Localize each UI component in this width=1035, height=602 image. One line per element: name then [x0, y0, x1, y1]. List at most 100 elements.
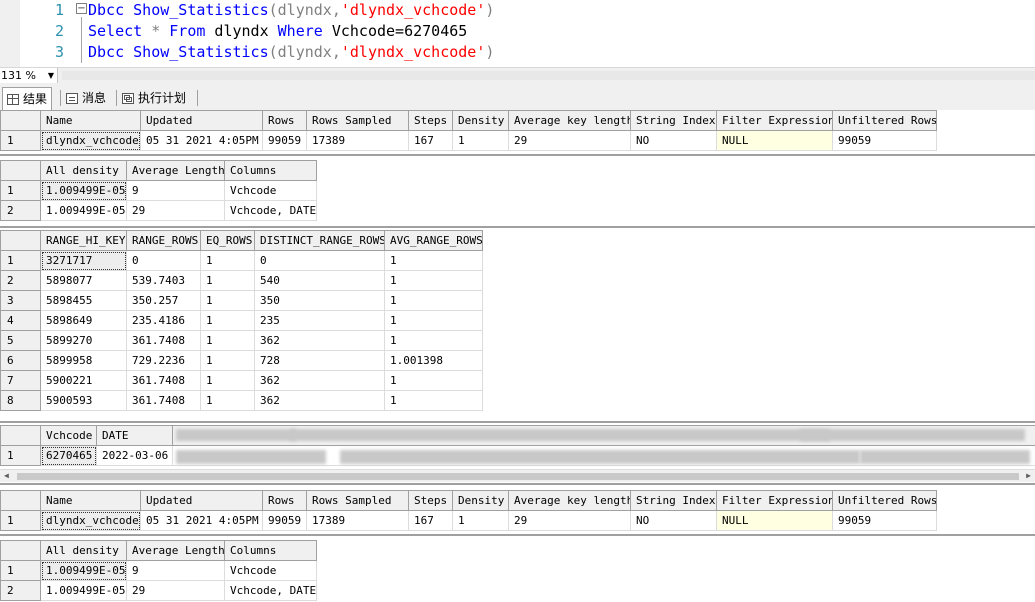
- scroll-right-icon[interactable]: ▶: [1026, 470, 1031, 482]
- row-number[interactable]: 2: [0, 580, 41, 601]
- column-header[interactable]: Columns: [224, 160, 317, 181]
- code-line-2[interactable]: 2 Select * From dlyndx Where Vchcode=627…: [0, 21, 1035, 42]
- column-header[interactable]: Name: [40, 490, 141, 511]
- table-cell[interactable]: 1: [200, 290, 255, 311]
- column-header[interactable]: Filter Expression: [716, 490, 833, 511]
- table-cell[interactable]: 1: [384, 270, 483, 291]
- table-cell[interactable]: 350: [254, 290, 385, 311]
- table-cell[interactable]: 1: [384, 310, 483, 331]
- table-row[interactable]: 7 5900221 361.7408 1 362 1: [0, 370, 483, 391]
- row-number[interactable]: 1: [0, 560, 41, 581]
- table-cell[interactable]: 5898649: [40, 310, 127, 331]
- zoom-dropdown[interactable]: 131 % ▼: [0, 68, 58, 83]
- table-cell[interactable]: 1: [384, 390, 483, 411]
- grid-splitter[interactable]: [0, 534, 1035, 536]
- column-header[interactable]: RANGE_HI_KEY: [40, 230, 127, 251]
- column-header[interactable]: Average key length: [508, 490, 631, 511]
- grid-horizontal-scrollbar[interactable]: ◀ ▶: [0, 469, 1035, 482]
- column-header[interactable]: Average Length: [126, 160, 225, 181]
- table-cell[interactable]: 1: [384, 370, 483, 391]
- table-cell[interactable]: 99059: [262, 130, 307, 151]
- table-cell[interactable]: 1: [384, 330, 483, 351]
- table-cell[interactable]: 1: [200, 310, 255, 331]
- table-cell[interactable]: 1: [384, 250, 483, 271]
- table-cell[interactable]: 9: [126, 560, 225, 581]
- code-text[interactable]: Dbcc Show_Statistics(dlyndx,'dlyndx_vchc…: [88, 0, 494, 21]
- column-header[interactable]: Rows: [262, 490, 307, 511]
- table-row[interactable]: 1 dlyndx_vchcode 05 31 2021 4:05PM 99059 173…: [0, 510, 937, 531]
- table-cell[interactable]: 5900593: [40, 390, 127, 411]
- table-cell[interactable]: 3271717: [40, 250, 127, 271]
- table-cell[interactable]: 235: [254, 310, 385, 331]
- stats-header-grid[interactable]: Name Updated Rows Rows Sampled Steps Density A…: [0, 110, 1035, 154]
- stats-header-grid-2[interactable]: Name Updated Rows Rows Sampled Steps Density A…: [0, 490, 1035, 534]
- row-number[interactable]: 3: [0, 290, 41, 311]
- table-row[interactable]: 2 5898077 539.7403 1 540 1: [0, 270, 483, 291]
- table-cell[interactable]: Vchcode: [224, 180, 317, 201]
- column-header[interactable]: Rows Sampled: [306, 490, 409, 511]
- row-number[interactable]: 6: [0, 350, 41, 371]
- table-cell[interactable]: 1: [452, 130, 509, 151]
- column-header[interactable]: Updated: [140, 110, 263, 131]
- column-header[interactable]: Name: [40, 110, 141, 131]
- table-cell[interactable]: 29: [126, 200, 225, 221]
- table-cell[interactable]: 1: [200, 250, 255, 271]
- table-cell[interactable]: 17389: [306, 510, 409, 531]
- column-header[interactable]: Rows: [262, 110, 307, 131]
- table-cell[interactable]: 362: [254, 330, 385, 351]
- tab-messages[interactable]: 消息: [62, 87, 110, 109]
- row-number[interactable]: 1: [0, 250, 41, 271]
- table-cell[interactable]: 0: [254, 250, 385, 271]
- grid-corner[interactable]: [0, 490, 41, 511]
- code-text[interactable]: Dbcc Show_Statistics(dlyndx,'dlyndx_vchc…: [88, 42, 494, 63]
- stats-header-table[interactable]: Name Updated Rows Rows Sampled Steps Density A…: [0, 110, 937, 151]
- density-table[interactable]: All density Average Length Columns 1 1.00949…: [0, 540, 317, 601]
- table-cell[interactable]: 2022-03-06: [96, 445, 173, 466]
- row-number[interactable]: 1: [0, 510, 41, 531]
- table-cell[interactable]: NULL: [716, 130, 833, 151]
- table-cell[interactable]: 539.7403: [126, 270, 201, 291]
- column-header[interactable]: Columns: [224, 540, 317, 561]
- table-cell[interactable]: 29: [508, 510, 631, 531]
- table-cell[interactable]: dlyndx_vchcode: [40, 510, 141, 531]
- tab-execution-plan[interactable]: 执行计划: [118, 87, 190, 109]
- table-cell[interactable]: 5900221: [40, 370, 127, 391]
- histogram-grid[interactable]: RANGE_HI_KEY RANGE_ROWS EQ_ROWS DISTINCT_RA…: [0, 230, 1035, 420]
- table-cell[interactable]: 1.009499E-05: [40, 200, 127, 221]
- column-header[interactable]: Filter Expression: [716, 110, 833, 131]
- table-row[interactable]: 3 5898455 350.257 1 350 1: [0, 290, 483, 311]
- grid-splitter[interactable]: [0, 226, 1035, 228]
- table-cell[interactable]: 350.257: [126, 290, 201, 311]
- grid-corner[interactable]: [0, 110, 41, 131]
- column-header[interactable]: Density: [452, 490, 509, 511]
- table-cell[interactable]: 540: [254, 270, 385, 291]
- column-header[interactable]: Density: [452, 110, 509, 131]
- table-cell[interactable]: 99059: [832, 510, 937, 531]
- table-cell[interactable]: Vchcode, DATE: [224, 580, 317, 601]
- table-cell[interactable]: 0: [126, 250, 201, 271]
- table-cell[interactable]: 6270465: [40, 445, 97, 466]
- table-cell[interactable]: 362: [254, 390, 385, 411]
- table-cell[interactable]: 361.7408: [126, 370, 201, 391]
- table-cell[interactable]: 1.009499E-05: [40, 180, 127, 201]
- collapse-icon[interactable]: −: [76, 3, 87, 14]
- code-line-1[interactable]: 1 − Dbcc Show_Statistics(dlyndx,'dlyndx_…: [0, 0, 1035, 21]
- table-cell[interactable]: 729.2236: [126, 350, 201, 371]
- scrollbar-thumb[interactable]: [17, 473, 1019, 480]
- table-cell[interactable]: NO: [630, 130, 717, 151]
- code-text[interactable]: Select * From dlyndx Where Vchcode=62704…: [88, 21, 467, 42]
- column-header[interactable]: All density: [40, 160, 127, 181]
- density-grid-2[interactable]: All density Average Length Columns 1 1.00949…: [0, 540, 1035, 602]
- grid-splitter[interactable]: [0, 421, 1035, 423]
- stats-header-table[interactable]: Name Updated Rows Rows Sampled Steps Density A…: [0, 490, 937, 531]
- table-cell[interactable]: 29: [508, 130, 631, 151]
- row-number[interactable]: 1: [0, 180, 41, 201]
- density-grid[interactable]: All density Average Length Columns 1 1.00949…: [0, 160, 1035, 224]
- column-header[interactable]: AVG_RANGE_ROWS: [384, 230, 483, 251]
- table-cell[interactable]: dlyndx_vchcode: [40, 130, 141, 151]
- table-row[interactable]: 1 3271717 0 1 0 1: [0, 250, 483, 271]
- table-cell[interactable]: 29: [126, 580, 225, 601]
- table-row[interactable]: 5 5899270 361.7408 1 362 1: [0, 330, 483, 351]
- table-row[interactable]: 1 1.009499E-05 9 Vchcode: [0, 180, 317, 201]
- column-header[interactable]: String Index: [630, 110, 717, 131]
